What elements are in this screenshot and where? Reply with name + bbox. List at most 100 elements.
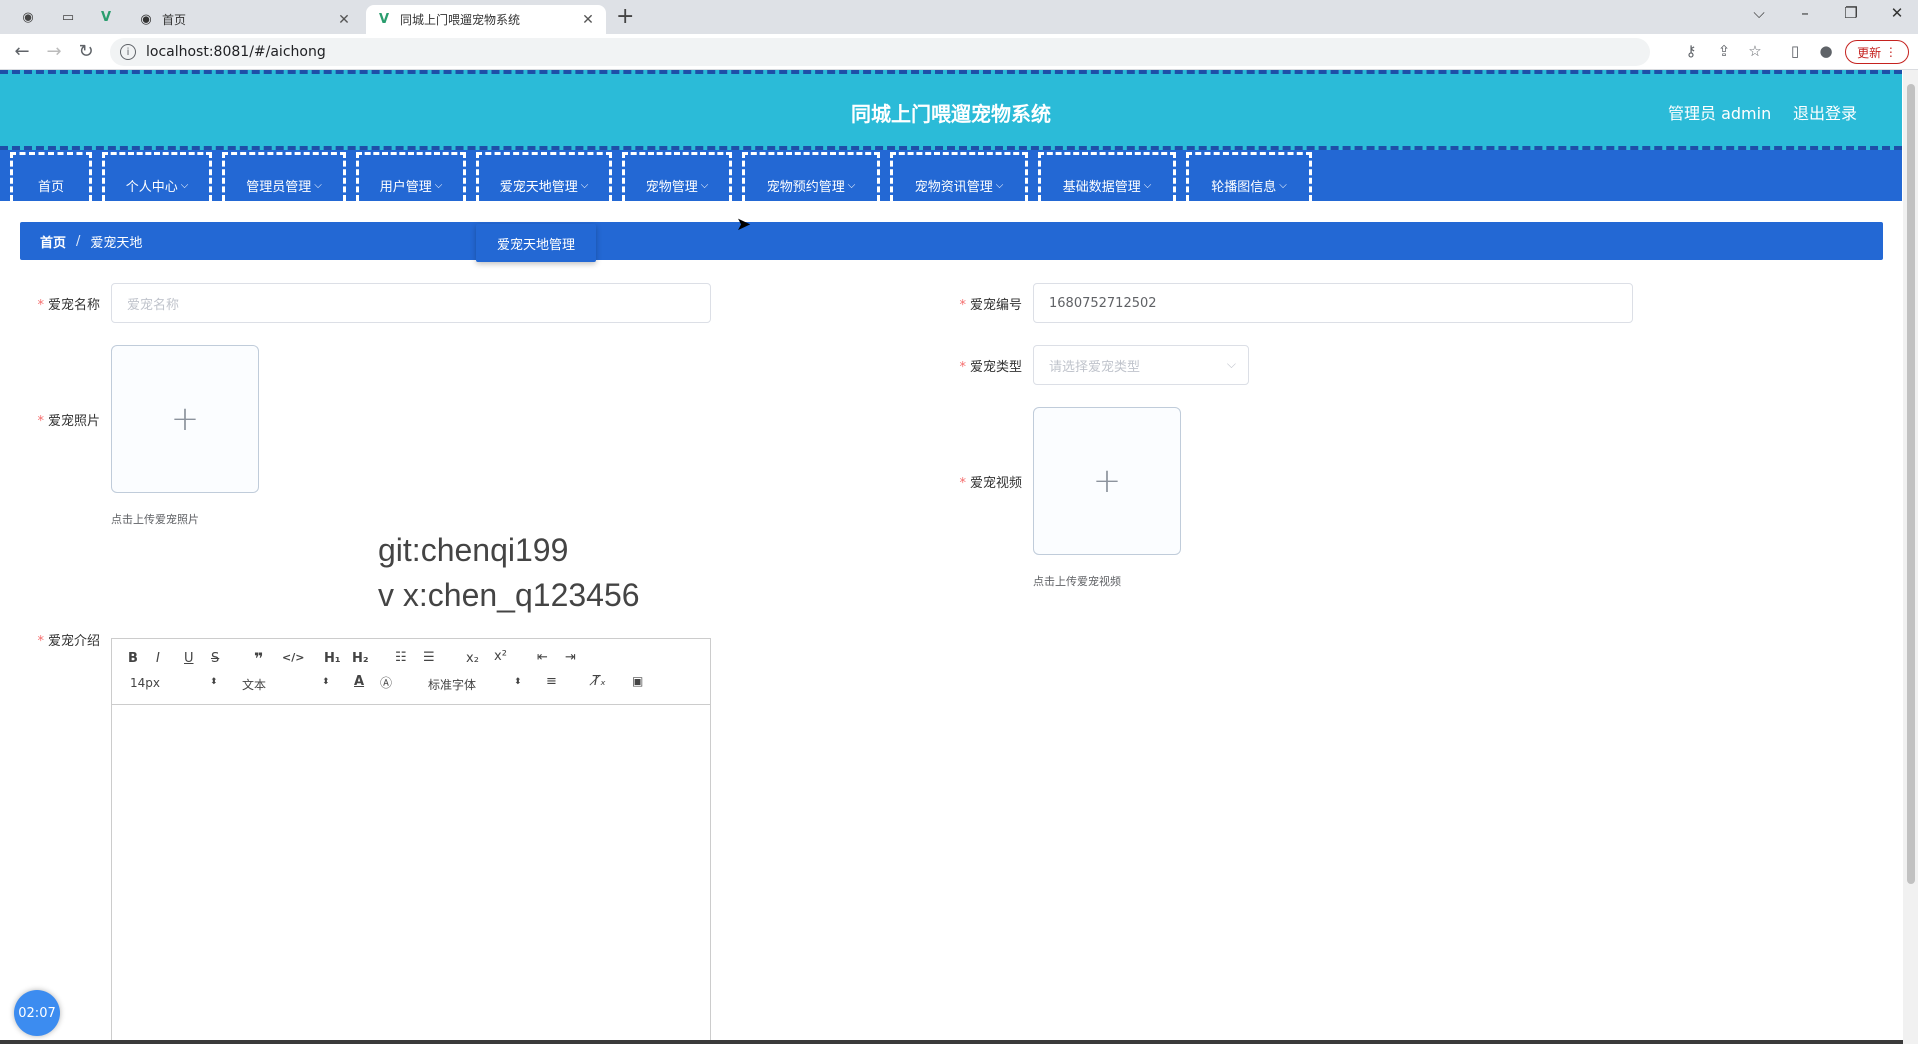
clock-badge: 02:07 (14, 990, 60, 1036)
strike-icon[interactable]: S (211, 651, 219, 666)
pinned-tab-globe-icon[interactable]: ◉ (14, 5, 42, 29)
pet-code-input[interactable]: 1680752712502 (1033, 283, 1633, 323)
breadcrumb: 首页 / 爱宠天地 (20, 222, 1883, 260)
font-select[interactable]: 标准字体 ⬍ (428, 676, 528, 693)
pet-video-tip: 点击上传爱宠视频 (1033, 575, 1121, 588)
underline-icon[interactable]: U (184, 651, 194, 666)
close-icon[interactable]: ✕ (336, 12, 352, 28)
tab-active[interactable]: V 同城上门喂遛宠物系统 ✕ (366, 5, 606, 34)
background-color-icon[interactable]: Ⓐ (380, 674, 392, 691)
scrollbar-thumb[interactable] (1907, 84, 1915, 884)
pet-photo-tip: 点击上传爱宠照片 (111, 513, 199, 526)
nav-item-home[interactable]: 首页 (10, 152, 92, 201)
nav-label: 首页 (37, 179, 64, 195)
mouse-cursor-icon: ➤ (736, 214, 752, 235)
code-block-icon[interactable]: </> (282, 651, 304, 664)
pet-name-input[interactable]: 爱宠名称 (111, 283, 711, 323)
nav-item-admin[interactable]: 管理员管理 ⌵ (222, 152, 346, 201)
update-button[interactable]: 更新 ⋮ (1845, 40, 1909, 64)
vue-icon: V (378, 12, 390, 27)
nav-label: 个人中心 (125, 179, 178, 195)
forward-icon[interactable]: → (42, 41, 66, 62)
h1-icon[interactable]: H₁ (324, 651, 341, 666)
new-tab-button[interactable]: + (616, 4, 634, 29)
tab-search-icon[interactable]: ⌵ (1739, 4, 1779, 22)
italic-icon[interactable]: I (156, 651, 160, 666)
subscript-icon[interactable]: x₂ (466, 651, 479, 666)
site-info-icon[interactable]: i (120, 44, 136, 60)
blockquote-icon[interactable]: ❞ (254, 649, 263, 668)
restore-button[interactable]: ❐ (1831, 4, 1871, 22)
nav-item-news[interactable]: 宠物资讯管理 ⌵ (890, 152, 1028, 201)
key-icon[interactable]: ⚷ (1680, 42, 1702, 60)
pet-code-label: * 爱宠编号 (959, 298, 1022, 313)
updown-icon: ⬍ (210, 677, 218, 687)
indent-icon[interactable]: ⇥ (565, 650, 576, 665)
tab-title: 同城上门喂遛宠物系统 (400, 13, 521, 27)
clear-format-icon[interactable]: T̸ₓ (592, 674, 606, 689)
bold-icon[interactable]: B (128, 651, 138, 666)
address-bar-row: ← → ↻ i localhost:8081/#/aichong ⚷ ⇪ ☆ ▯… (0, 34, 1918, 70)
pet-photo-uploader[interactable]: + (111, 345, 259, 493)
size-select[interactable]: 14px ⬍ (130, 676, 220, 690)
breadcrumb-home[interactable]: 首页 (40, 232, 66, 251)
globe-icon: ◉ (140, 12, 152, 27)
ordered-list-icon[interactable]: ☷ (395, 650, 407, 665)
share-icon[interactable]: ⇪ (1713, 42, 1735, 60)
page-scrollbar[interactable] (1903, 70, 1918, 1044)
url-field[interactable]: i localhost:8081/#/aichong (110, 38, 1650, 66)
nav-item-pets[interactable]: 宠物管理 ⌵ (622, 152, 732, 201)
nav-item-pet-world[interactable]: 爱宠天地管理 ⌵ (476, 152, 612, 201)
pinned-tab-vue-icon[interactable]: V (92, 5, 120, 29)
chevron-down-icon: ⌵ (1143, 179, 1152, 191)
size-value: 14px (130, 676, 160, 690)
url-text: localhost:8081/#/aichong (146, 44, 326, 60)
nav-item-profile[interactable]: 个人中心 ⌵ (102, 152, 212, 201)
pet-photo-label: * 爱宠照片 (37, 414, 100, 429)
chevron-down-icon: ⌵ (580, 179, 589, 191)
nav-item-booking[interactable]: 宠物预约管理 ⌵ (742, 152, 880, 201)
close-icon[interactable]: ✕ (580, 12, 596, 28)
font-color-icon[interactable]: A (354, 674, 364, 689)
h2-icon[interactable]: H₂ (352, 651, 369, 666)
close-window-button[interactable]: ✕ (1877, 4, 1917, 22)
dropdown-item-pet-world-manage[interactable]: 爱宠天地管理 (476, 224, 596, 262)
superscript-icon[interactable]: x² (494, 649, 507, 664)
bullet-list-icon[interactable]: ☰ (423, 650, 435, 665)
chevron-down-icon: ⌵ (434, 179, 443, 191)
nav-item-basedata[interactable]: 基础数据管理 ⌵ (1038, 152, 1176, 201)
editor-toolbar: B I U S ❞ </> H₁ H₂ ☷ ☰ x₂ x² ⇤ ⇥ 14px ⬍ … (112, 639, 710, 705)
pet-type-select[interactable]: 请选择爱宠类型 ⌵ (1033, 345, 1249, 385)
chevron-down-icon: ⌵ (1279, 179, 1287, 191)
chevron-down-icon: ⌵ (700, 179, 709, 191)
nav-item-users[interactable]: 用户管理 ⌵ (356, 152, 466, 201)
updown-icon: ⬍ (322, 677, 330, 687)
watermark-line-1: git:chenqi199 (378, 532, 569, 568)
editor-content[interactable] (112, 705, 710, 1043)
main-nav: 首页 个人中心 ⌵ 管理员管理 ⌵ 用户管理 ⌵ 爱宠天地管理 ⌵ 宠物管理 ⌵ 宠物预约… (0, 150, 1902, 201)
star-icon[interactable]: ☆ (1744, 42, 1766, 60)
outdent-icon[interactable]: ⇤ (537, 650, 548, 665)
nav-label: 基础数据管理 (1062, 179, 1141, 195)
plus-icon: + (170, 399, 200, 439)
pet-intro-label: * 爱宠介绍 (37, 634, 100, 649)
image-icon[interactable]: ▣ (632, 674, 643, 688)
current-user: 管理员 admin (1668, 104, 1772, 123)
profile-icon[interactable]: ● (1815, 42, 1837, 60)
pet-video-uploader[interactable]: + (1033, 407, 1181, 555)
pinned-tab-blank-icon[interactable]: ▭ (54, 5, 82, 29)
back-icon[interactable]: ← (10, 41, 34, 62)
nav-label: 宠物管理 (645, 179, 698, 195)
sidepanel-icon[interactable]: ▯ (1784, 42, 1806, 60)
align-icon[interactable]: ≡ (546, 674, 557, 689)
update-label: 更新 (1857, 45, 1882, 60)
nav-label: 宠物预约管理 (766, 179, 845, 195)
nav-item-carousel[interactable]: 轮播图信息 ⌵ (1186, 152, 1312, 201)
chevron-down-icon: ⌵ (180, 179, 189, 191)
tab-home[interactable]: ◉ 首页 ✕ (128, 5, 362, 34)
logout-link[interactable]: 退出登录 (1793, 100, 1857, 124)
reload-icon[interactable]: ↻ (74, 41, 98, 62)
minimize-button[interactable]: – (1785, 4, 1825, 22)
header-select[interactable]: 文本 ⬍ (242, 676, 332, 693)
pet-name-placeholder: 爱宠名称 (127, 297, 180, 313)
